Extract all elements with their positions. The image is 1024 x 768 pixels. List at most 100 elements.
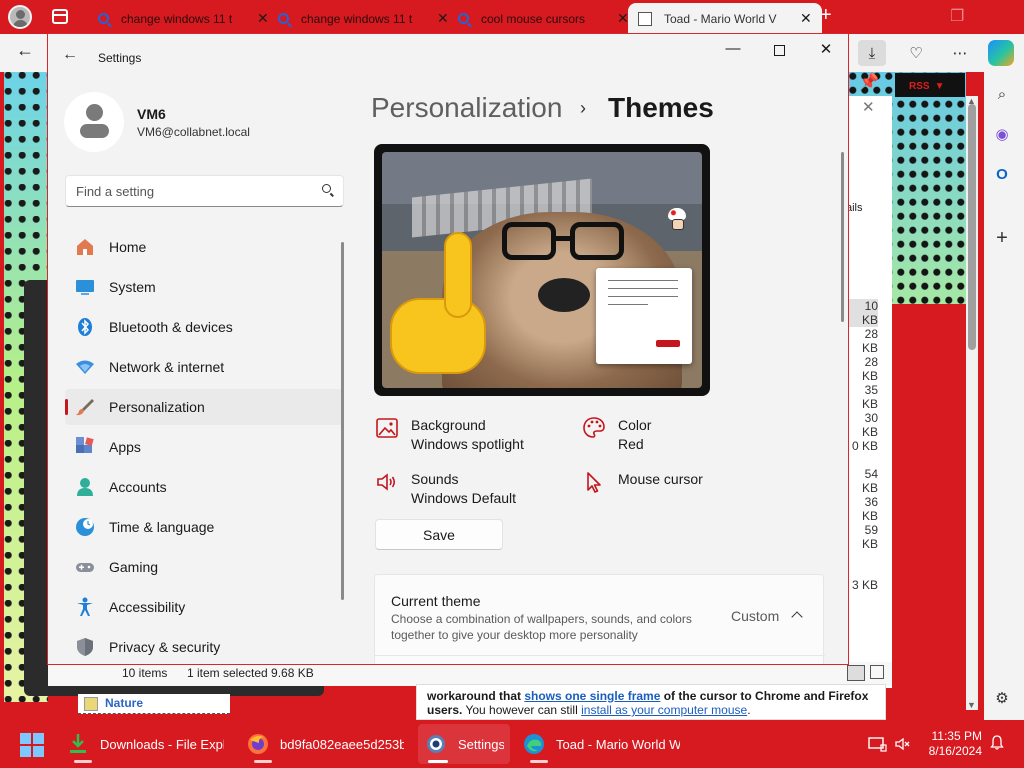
dropdown-arrow-icon: ▼	[934, 81, 945, 92]
nav-item-privacy[interactable]: Privacy & security	[65, 629, 343, 664]
display-tray-icon[interactable]	[867, 734, 887, 754]
search-icon	[458, 13, 469, 24]
nav-item-accounts[interactable]: Accounts	[65, 469, 343, 505]
mouse-cursor-setting[interactable]: Mouse cursor	[582, 470, 703, 494]
close-icon[interactable]: ✕	[862, 98, 875, 116]
minimize-icon[interactable]: —	[723, 40, 743, 57]
browser-tab[interactable]: cool mouse cursors ✕	[448, 3, 639, 34]
edge-icon	[522, 732, 546, 756]
nav-item-bluetooth[interactable]: Bluetooth & devices	[65, 309, 343, 345]
apps-icon	[75, 437, 95, 457]
nav-label: Home	[109, 239, 147, 255]
taskbar-app-label: Toad - Mario World Wo	[556, 736, 680, 752]
browser-essentials-icon[interactable]: ♡	[902, 40, 930, 66]
background-setting[interactable]: Background Windows spotlight	[375, 416, 524, 454]
nav-scrollbar[interactable]	[341, 242, 344, 600]
nav-item-personalization[interactable]: Personalization	[65, 389, 343, 425]
scroll-down-icon[interactable]: ▼	[967, 700, 976, 710]
system-clock[interactable]: 11:35 PM 8/16/2024	[926, 729, 982, 759]
restore-icon[interactable]: ❐	[950, 6, 964, 26]
outlook-icon[interactable]: O	[992, 164, 1012, 184]
taskbar-app-firefox[interactable]: bd9fa082eaee5d253ba0	[240, 724, 410, 764]
folder-label: Nature	[105, 696, 144, 710]
nav-item-network[interactable]: Network & internet	[65, 349, 343, 385]
windows-start-icon[interactable]	[20, 733, 44, 757]
article-end: .	[747, 703, 751, 717]
copilot-icon[interactable]	[988, 40, 1014, 66]
sounds-value: Windows Default	[411, 490, 517, 506]
article-link[interactable]: shows one single frame	[524, 689, 660, 703]
browser-tab-active[interactable]: Toad - Mario World V ✕	[628, 3, 822, 34]
nav-label: Personalization	[109, 399, 205, 415]
close-icon[interactable]: ✕	[816, 40, 836, 58]
wifi-icon	[75, 357, 95, 377]
taskbar-app-edge[interactable]: Toad - Mario World Wo	[516, 724, 686, 764]
file-explorer-status-bar: 10 items 1 item selected 9.68 KB	[48, 662, 892, 686]
folder-item[interactable]: Nature	[78, 694, 230, 714]
maximize-icon[interactable]	[774, 45, 785, 56]
mouse-cursor-label: Mouse cursor	[618, 471, 703, 487]
taskbar-app-settings[interactable]: Settings	[418, 724, 510, 764]
close-tab-icon[interactable]: ✕	[800, 10, 812, 27]
page-scrollbar[interactable]: ▲ ▼	[966, 96, 978, 710]
search-input[interactable]: Find a setting	[65, 175, 344, 207]
browser-tab[interactable]: change windows 11 t ✕	[268, 3, 459, 34]
chevron-up-icon[interactable]	[791, 611, 803, 623]
firefox-icon	[246, 732, 270, 756]
running-indicator	[530, 760, 548, 763]
back-arrow-icon[interactable]: ←	[62, 46, 78, 64]
pin-icon[interactable]: 📌	[859, 72, 879, 92]
copilot-sidebar-icon[interactable]: ◉	[992, 124, 1012, 144]
browser-profile-avatar[interactable]	[8, 5, 32, 29]
theme-preview-image	[382, 152, 702, 388]
current-theme-card[interactable]: Current theme Choose a combination of wa…	[374, 574, 825, 664]
back-arrow-icon[interactable]: ←	[16, 40, 34, 61]
file-size: 3 KB	[851, 578, 878, 592]
details-view-icon[interactable]	[847, 665, 865, 681]
nav-item-apps[interactable]: Apps	[65, 429, 343, 465]
shield-icon	[75, 637, 95, 657]
install-link[interactable]: install as your computer mouse	[581, 703, 747, 717]
close-tab-icon[interactable]: ✕	[437, 10, 449, 27]
notification-bell-icon[interactable]	[989, 734, 1005, 750]
close-tab-icon[interactable]: ✕	[617, 10, 629, 27]
mouse-pointer-icon	[582, 470, 606, 494]
color-setting[interactable]: Color Red	[582, 416, 651, 454]
user-email: VM6@collabnet.local	[137, 125, 250, 139]
nav-item-system[interactable]: System	[65, 269, 343, 305]
settings-title-bar: ← Settings — ✕	[48, 34, 848, 74]
taskbar-app-file-explorer[interactable]: Downloads - File Explor	[60, 724, 230, 764]
tab-actions-icon[interactable]	[52, 9, 68, 24]
more-options-icon[interactable]: ⋯	[946, 40, 974, 66]
new-tab-button[interactable]: +	[820, 4, 832, 27]
close-tab-icon[interactable]: ✕	[257, 10, 269, 27]
nav-item-time-language[interactable]: Time & language	[65, 509, 343, 545]
file-size: 30 KB	[861, 411, 878, 439]
theme-preview	[374, 144, 710, 396]
volume-muted-icon[interactable]	[893, 734, 913, 754]
sounds-setting[interactable]: Sounds Windows Default	[375, 470, 516, 508]
breadcrumb-parent[interactable]: Personalization	[371, 92, 562, 124]
save-button[interactable]: Save	[375, 519, 503, 550]
scrollbar-thumb[interactable]	[968, 104, 976, 350]
selection-info: 1 item selected 9.68 KB	[187, 666, 314, 680]
picture-icon	[375, 416, 399, 440]
search-icon[interactable]: ⌕	[992, 84, 1012, 104]
taskbar-app-label: Downloads - File Explor	[100, 736, 224, 752]
nav-item-home[interactable]: Home	[65, 229, 343, 265]
browser-tab[interactable]: change windows 11 t ✕	[88, 3, 279, 34]
settings-icon[interactable]: ⚙	[992, 688, 1012, 708]
toad-cursor-icon	[668, 208, 686, 230]
content-scrollbar[interactable]	[841, 152, 844, 322]
add-icon[interactable]: +	[992, 227, 1012, 249]
nav-label: Privacy & security	[109, 639, 221, 655]
rss-button[interactable]: RSS ▼	[895, 73, 965, 97]
nav-item-gaming[interactable]: Gaming	[65, 549, 343, 585]
taskbar-app-label: Settings	[458, 736, 504, 752]
item-count: 10 items	[122, 666, 168, 680]
search-icon	[278, 13, 289, 24]
avatar[interactable]	[64, 92, 124, 152]
tiles-view-icon[interactable]	[870, 665, 884, 679]
nav-item-accessibility[interactable]: Accessibility	[65, 589, 343, 625]
downloads-icon[interactable]: ⤓	[858, 40, 886, 66]
